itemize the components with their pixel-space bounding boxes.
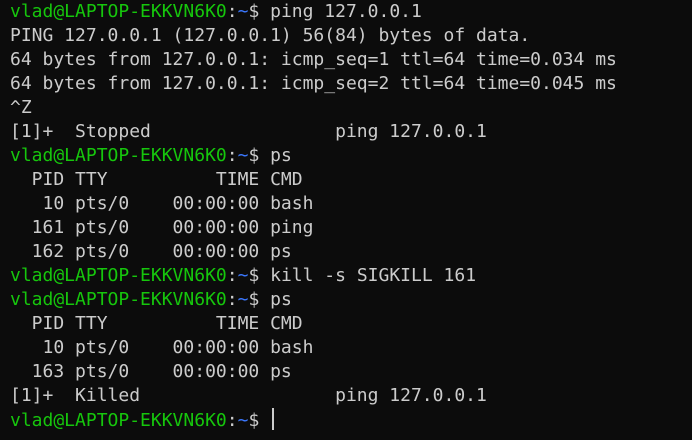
output-line: ^Z (10, 97, 32, 118)
prompt-cwd: ~ (237, 1, 249, 22)
prompt-line: vlad@LAPTOP-EKKVN6K0:~$ kill -s SIGKILL … (10, 264, 692, 288)
prompt-user-host: vlad@LAPTOP-EKKVN6K0 (10, 1, 227, 22)
active-prompt-line[interactable]: vlad@LAPTOP-EKKVN6K0:~$ (10, 408, 692, 432)
output-line: 64 bytes from 127.0.0.1: icmp_seq=1 ttl=… (10, 49, 617, 70)
output-line: [1]+ Killed ping 127.0.0.1 (10, 385, 487, 406)
prompt-cwd: ~ (237, 289, 249, 310)
output-line: PID TTY TIME CMD (10, 169, 303, 190)
prompt-symbol: $ (248, 1, 271, 22)
prompt-colon: : (226, 265, 238, 286)
output-line: 64 bytes from 127.0.0.1: icmp_seq=2 ttl=… (10, 73, 617, 94)
prompt-line: vlad@LAPTOP-EKKVN6K0:~$ ps (10, 144, 692, 168)
prompt-symbol: $ (248, 289, 271, 310)
output-line: 10 pts/0 00:00:00 bash (10, 337, 314, 358)
command-text: kill -s SIGKILL 161 (270, 265, 477, 286)
output-line: 163 pts/0 00:00:00 ps (10, 361, 292, 382)
prompt-colon: : (226, 289, 238, 310)
prompt-colon: : (226, 1, 238, 22)
prompt-colon: : (226, 410, 238, 431)
prompt-line: vlad@LAPTOP-EKKVN6K0:~$ ps (10, 288, 692, 312)
command-text: ps (270, 289, 292, 310)
prompt-user-host: vlad@LAPTOP-EKKVN6K0 (10, 265, 227, 286)
output-line: PID TTY TIME CMD (10, 313, 303, 334)
prompt-cwd: ~ (237, 410, 249, 431)
command-text: ping 127.0.0.1 (270, 1, 422, 22)
output-line: PING 127.0.0.1 (127.0.0.1) 56(84) bytes … (10, 25, 531, 46)
output-line: 10 pts/0 00:00:00 bash (10, 193, 314, 214)
prompt-user-host: vlad@LAPTOP-EKKVN6K0 (10, 410, 227, 431)
prompt-user-host: vlad@LAPTOP-EKKVN6K0 (10, 289, 227, 310)
prompt-symbol: $ (248, 410, 271, 431)
prompt-user-host: vlad@LAPTOP-EKKVN6K0 (10, 145, 227, 166)
terminal-window[interactable]: vlad@LAPTOP-EKKVN6K0:~$ ping 127.0.0.1 PI… (0, 0, 692, 440)
prompt-cwd: ~ (237, 265, 249, 286)
prompt-symbol: $ (248, 145, 271, 166)
prompt-colon: : (226, 145, 238, 166)
command-text: ps (270, 145, 292, 166)
text-cursor[interactable] (272, 408, 275, 430)
output-line: 161 pts/0 00:00:00 ping (10, 217, 314, 238)
prompt-symbol: $ (248, 265, 271, 286)
output-line: [1]+ Stopped ping 127.0.0.1 (10, 121, 487, 142)
prompt-line: vlad@LAPTOP-EKKVN6K0:~$ ping 127.0.0.1 (10, 0, 692, 24)
output-line: 162 pts/0 00:00:00 ps (10, 241, 292, 262)
prompt-cwd: ~ (237, 145, 249, 166)
